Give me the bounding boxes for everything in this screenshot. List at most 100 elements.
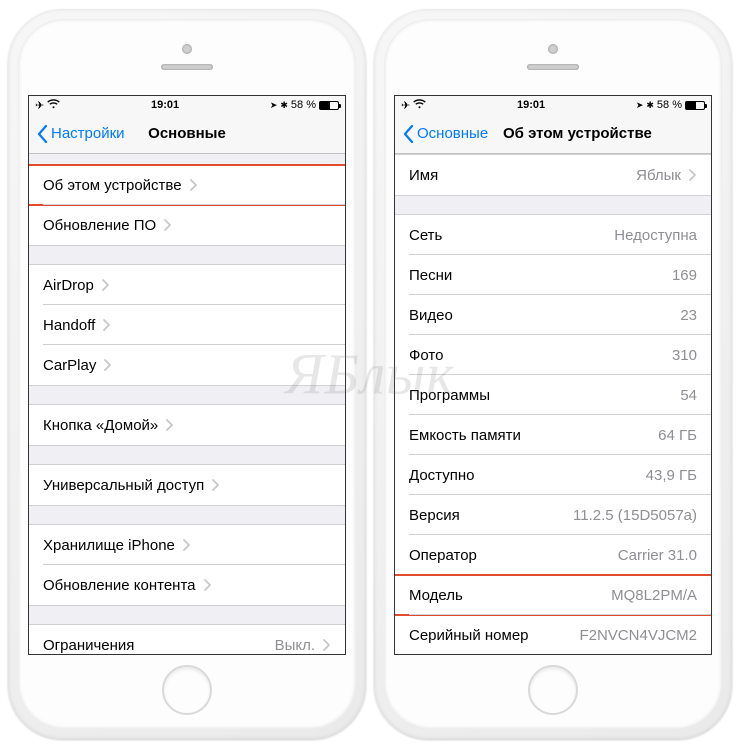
settings-row[interactable]: Видео 23 — [395, 295, 711, 335]
home-button[interactable] — [162, 665, 212, 715]
airplane-icon: ✈︎ — [35, 99, 44, 112]
chevron-right-icon — [166, 419, 174, 431]
nav-header: Настройки Основные — [29, 114, 345, 154]
row-label: Песни — [409, 267, 452, 284]
row-label: Handoff — [43, 317, 95, 334]
row-value: 23 — [680, 307, 697, 324]
row-value: Выкл. — [275, 637, 315, 654]
chevron-right-icon — [104, 359, 112, 371]
back-label: Основные — [417, 125, 488, 142]
row-label: Емкость памяти — [409, 427, 521, 444]
settings-row[interactable]: Оператор Carrier 31.0 — [395, 535, 711, 575]
top-hardware — [18, 19, 356, 95]
settings-row[interactable]: Хранилище iPhone — [29, 525, 345, 565]
back-button[interactable]: Настройки — [37, 125, 125, 143]
settings-row[interactable]: Доступно43,9 ГБ — [395, 455, 711, 495]
settings-row[interactable]: Универсальный доступ — [29, 465, 345, 505]
battery-pct: 58 % — [291, 99, 316, 111]
settings-row[interactable]: Серийный номер F2NVCN4VJCM2 — [395, 615, 711, 654]
back-label: Настройки — [51, 125, 125, 142]
row-value: 43,9 ГБ — [646, 467, 697, 484]
bt-icon: ✱ — [280, 100, 288, 111]
nav-header: Основные Об этом устройстве — [395, 114, 711, 154]
row-label: Модель — [409, 587, 463, 604]
phone-left: ✈︎ 19:01 ➤ ✱ 58 % — [8, 9, 366, 739]
page-title: Об этом устройстве — [503, 125, 652, 142]
screen: ✈︎ 19:01 ➤ ✱ 58 % — [394, 95, 712, 655]
home-button[interactable] — [528, 665, 578, 715]
settings-row[interactable]: Ограничения Выкл. — [29, 625, 345, 654]
earpiece — [161, 64, 213, 70]
settings-row[interactable]: Обновление контента — [29, 565, 345, 605]
bezel: ✈︎ 19:01 ➤ ✱ 58 % — [384, 19, 722, 729]
row-label: Кнопка «Домой» — [43, 417, 158, 434]
row-value: Недоступна — [614, 227, 697, 244]
camera — [182, 44, 192, 54]
settings-row[interactable]: Версия11.2.5 (15D5057a) — [395, 495, 711, 535]
chevron-right-icon — [183, 539, 191, 551]
status-bar: ✈︎ 19:01 ➤ ✱ 58 % — [29, 96, 345, 114]
settings-row[interactable]: Об этом устройстве — [29, 165, 345, 205]
back-button[interactable]: Основные — [403, 125, 488, 143]
settings-row[interactable]: Фото 310 — [395, 335, 711, 375]
settings-row[interactable]: CarPlay — [29, 345, 345, 385]
chevron-right-icon — [204, 579, 212, 591]
settings-body[interactable]: Об этом устройстве Обновление ПО AirDrop H… — [29, 154, 345, 654]
phone-right: ✈︎ 19:01 ➤ ✱ 58 % — [374, 9, 732, 739]
settings-row[interactable]: Программы 54 — [395, 375, 711, 415]
bt-icon: ✱ — [646, 100, 654, 111]
row-label: Оператор — [409, 547, 477, 564]
top-hardware — [384, 19, 722, 95]
status-time: 19:01 — [60, 99, 270, 111]
row-value: 64 ГБ — [658, 427, 697, 444]
row-value: F2NVCN4VJCM2 — [579, 627, 697, 644]
chevron-right-icon — [689, 169, 697, 181]
battery-icon — [319, 101, 339, 110]
chevron-right-icon — [212, 479, 220, 491]
row-label: Универсальный доступ — [43, 477, 204, 494]
row-label: Версия — [409, 507, 460, 524]
settings-row[interactable]: Песни 169 — [395, 255, 711, 295]
row-label: Видео — [409, 307, 453, 324]
settings-row[interactable]: Кнопка «Домой» — [29, 405, 345, 445]
settings-row[interactable]: ИмяЯблык — [395, 155, 711, 195]
chevron-right-icon — [102, 279, 110, 291]
settings-row[interactable]: Обновление ПО — [29, 205, 345, 245]
row-value: 310 — [672, 347, 697, 364]
row-label: Ограничения — [43, 637, 134, 654]
row-label: Хранилище iPhone — [43, 537, 175, 554]
screen: ✈︎ 19:01 ➤ ✱ 58 % — [28, 95, 346, 655]
settings-row[interactable]: Емкость памяти 64 ГБ — [395, 415, 711, 455]
row-label: CarPlay — [43, 357, 96, 374]
settings-row[interactable]: AirDrop — [29, 265, 345, 305]
earpiece — [527, 64, 579, 70]
chevron-right-icon — [323, 639, 331, 651]
chevron-right-icon — [190, 179, 198, 191]
wifi-icon — [413, 99, 426, 112]
location-icon: ➤ — [270, 100, 278, 111]
status-bar: ✈︎ 19:01 ➤ ✱ 58 % — [395, 96, 711, 114]
chevron-right-icon — [103, 319, 111, 331]
row-label: Обновление ПО — [43, 217, 156, 234]
settings-row[interactable]: Модель MQ8L2PM/A — [395, 575, 711, 615]
row-label: AirDrop — [43, 277, 94, 294]
bezel: ✈︎ 19:01 ➤ ✱ 58 % — [18, 19, 356, 729]
row-label: Серийный номер — [409, 627, 529, 644]
chevron-right-icon — [164, 219, 172, 231]
row-value: 169 — [672, 267, 697, 284]
about-body[interactable]: ИмяЯблык СетьНедоступна Песни 169 Видео 23 Фо… — [395, 154, 711, 654]
row-label: Фото — [409, 347, 443, 364]
battery-pct: 58 % — [657, 99, 682, 111]
settings-row[interactable]: Handoff — [29, 305, 345, 345]
row-value: Carrier 31.0 — [618, 547, 697, 564]
settings-row[interactable]: СетьНедоступна — [395, 215, 711, 255]
row-value: 54 — [680, 387, 697, 404]
wifi-icon — [47, 99, 60, 112]
row-label: Обновление контента — [43, 577, 196, 594]
battery-icon — [685, 101, 705, 110]
status-time: 19:01 — [426, 99, 636, 111]
row-label: Об этом устройстве — [43, 177, 182, 194]
row-label: Программы — [409, 387, 490, 404]
row-value: MQ8L2PM/A — [611, 587, 697, 604]
location-icon: ➤ — [636, 100, 644, 111]
